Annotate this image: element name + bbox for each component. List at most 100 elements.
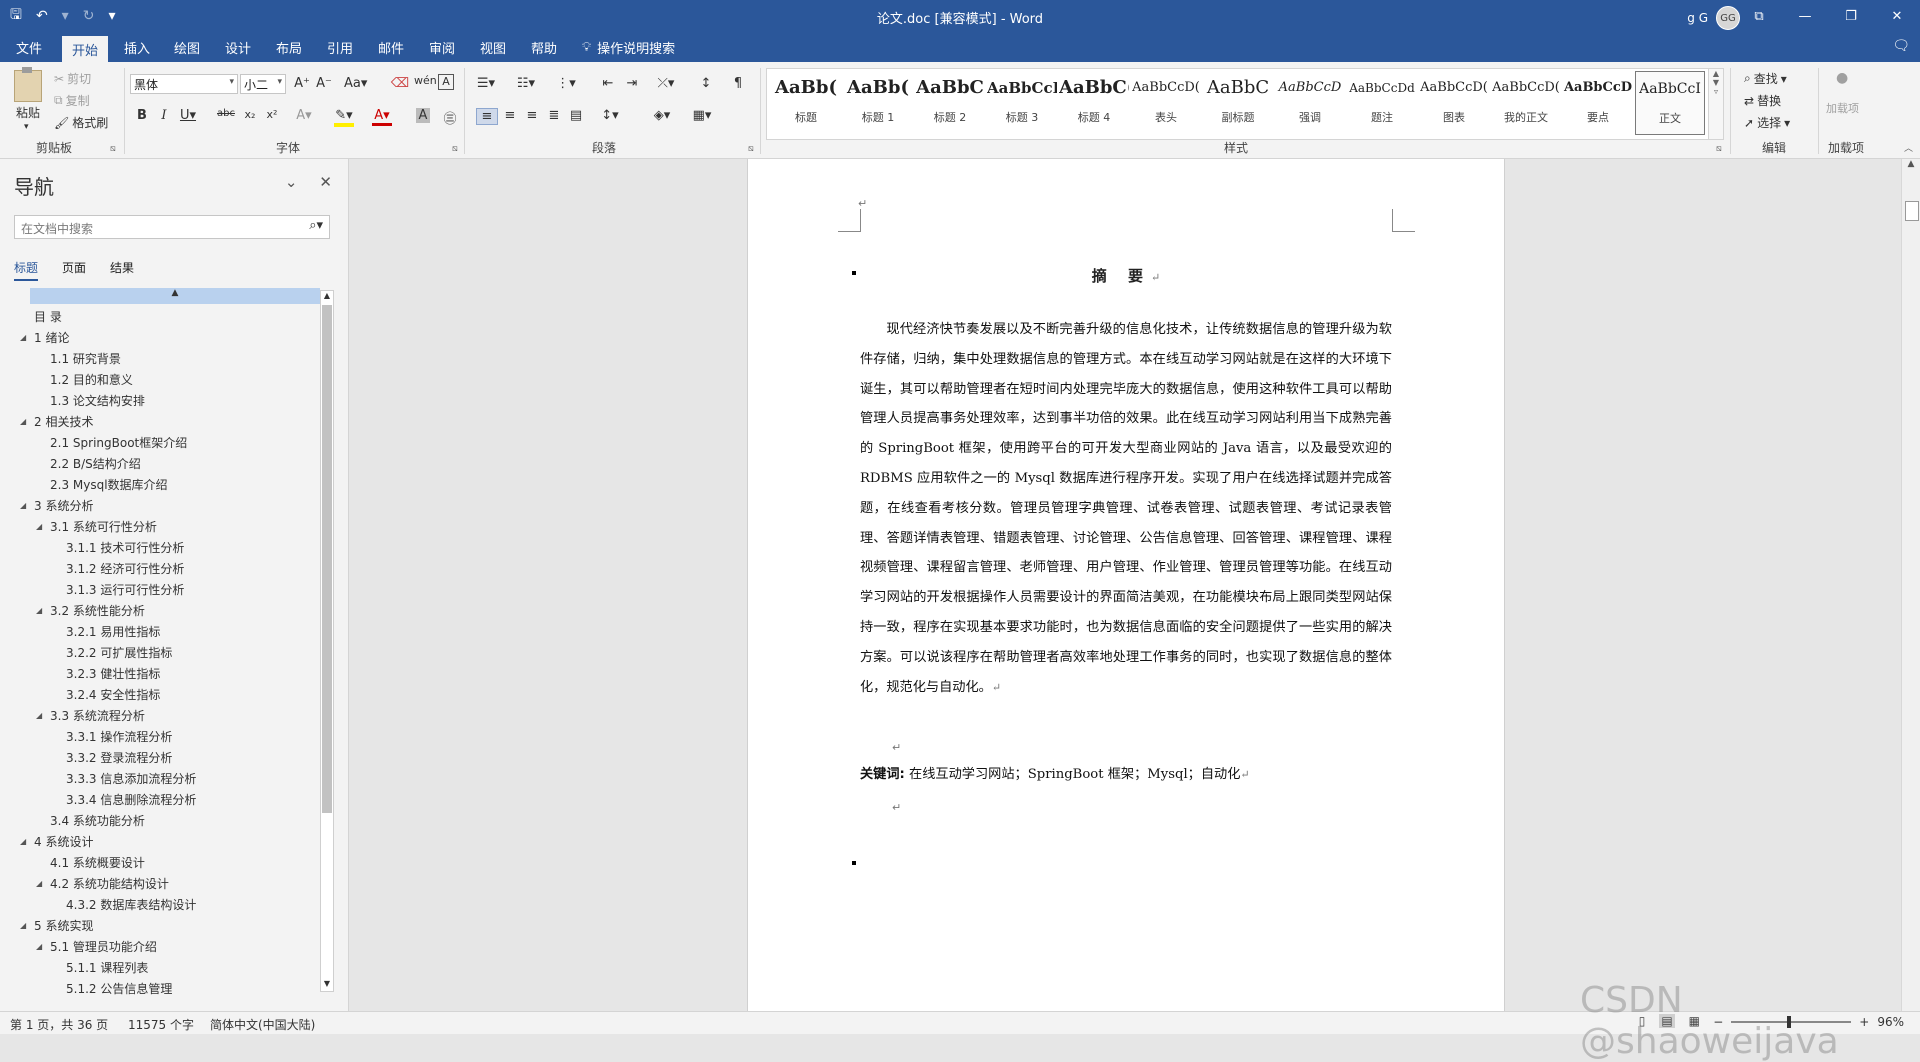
tab-draw[interactable]: 绘图 [174, 38, 200, 57]
font-size-combo[interactable]: 小二 ▾ [240, 74, 286, 94]
phonetic-guide-icon[interactable]: wén [414, 74, 437, 87]
expand-triangle-icon[interactable]: ◢ [36, 874, 42, 894]
scroll-up-icon[interactable]: ▲ [321, 291, 333, 303]
highlight-icon[interactable]: ✎▾ [334, 108, 354, 127]
nav-tab-results[interactable]: 结果 [110, 259, 134, 281]
character-shading-icon[interactable]: A [416, 108, 430, 123]
addins-icon[interactable]: ● [1836, 70, 1848, 86]
user-account[interactable]: g G GG [1687, 6, 1740, 30]
style-key-point[interactable]: AaBbCcD 要点 [1563, 71, 1633, 135]
tab-home[interactable]: 开始 [62, 36, 109, 65]
cut-button[interactable]: ✂ 剪切 [54, 70, 91, 87]
style-emphasis[interactable]: AaBbCcD 强调 [1275, 71, 1345, 135]
tab-review[interactable]: 审阅 [429, 38, 455, 57]
align-right-icon[interactable]: ≡ [522, 108, 542, 123]
nav-search-input[interactable]: 在文档中搜索 ⌕▾ [14, 215, 330, 239]
decrease-indent-icon[interactable]: ⇤ [598, 76, 618, 91]
nav-scrollbar[interactable]: ▲ ▼ [320, 290, 334, 992]
tab-references[interactable]: 引用 [327, 38, 353, 57]
text-effects-icon[interactable]: A▾ [294, 108, 314, 123]
chevron-down-icon[interactable]: ⌄ [285, 173, 298, 191]
distributed-icon[interactable]: ▤ [566, 108, 586, 123]
styles-launcher-icon[interactable]: ⧅ [1716, 144, 1722, 154]
increase-indent-icon[interactable]: ⇥ [622, 76, 642, 91]
expand-triangle-icon[interactable]: ◢ [20, 916, 26, 936]
multilevel-list-icon[interactable]: ⋮▾ [556, 76, 576, 91]
ribbon-display-options-icon[interactable]: ⧉ [1736, 0, 1782, 32]
justify-icon[interactable]: ≣ [544, 108, 564, 123]
style-my-body[interactable]: AaBbCcD(我的正文 [1491, 71, 1561, 135]
sort-icon[interactable]: ↕ [696, 76, 716, 91]
styles-gallery-scroll[interactable]: ▲ ▼ ▿ [1708, 68, 1724, 140]
tab-insert[interactable]: 插入 [124, 38, 150, 57]
scroll-to-top-bar[interactable]: ▲ [30, 288, 320, 304]
tab-file[interactable]: 文件 [16, 38, 42, 57]
tab-layout[interactable]: 布局 [276, 38, 302, 57]
scroll-thumb[interactable] [1905, 201, 1919, 221]
expand-triangle-icon[interactable]: ◢ [20, 496, 26, 516]
clipboard-launcher-icon[interactable]: ⧅ [110, 144, 116, 154]
style-title[interactable]: AaBb(标题 [771, 71, 841, 135]
underline-icon[interactable]: U▾ [178, 108, 198, 123]
nav-tab-headings[interactable]: 标题 [14, 259, 39, 281]
line-spacing-icon[interactable]: ↕▾ [600, 108, 620, 123]
scroll-down-icon[interactable]: ▼ [321, 979, 333, 991]
format-painter-button[interactable]: 🖌︎ 格式刷 [54, 114, 108, 131]
search-icon[interactable]: ⌕▾ [309, 218, 323, 233]
word-count[interactable]: 11575 个字 [128, 1016, 194, 1033]
shading-icon[interactable]: ◈▾ [652, 108, 672, 123]
collapse-ribbon-icon[interactable]: ︿ [1904, 141, 1913, 154]
expand-triangle-icon[interactable]: ◢ [20, 328, 26, 348]
tab-help[interactable]: 帮助 [531, 38, 557, 57]
paste-icon[interactable] [14, 67, 42, 102]
scroll-up-icon[interactable]: ▲ [1902, 159, 1920, 169]
shrink-font-icon[interactable]: A⁻ [314, 76, 334, 91]
style-figure[interactable]: AaBbCcD(图表 [1419, 71, 1489, 135]
expand-triangle-icon[interactable]: ◢ [20, 412, 26, 432]
expand-triangle-icon[interactable]: ◢ [36, 601, 42, 621]
subscript-icon[interactable]: x₂ [240, 108, 260, 121]
bold-icon[interactable]: B [132, 108, 152, 123]
copy-button[interactable]: ⧉ 复制 [54, 92, 90, 109]
find-button[interactable]: ⌕ 查找 ▾ [1744, 70, 1787, 87]
document-page[interactable]: ↵ 摘 要↵ 现代经济快节奏发展以及不断完善升级的信息化技术，让传统数据信息的管… [747, 159, 1505, 1011]
style-heading-1[interactable]: AaBb(标题 1 [843, 71, 913, 135]
numbering-icon[interactable]: ☷▾ [516, 76, 536, 91]
align-left-icon[interactable]: ≡ [476, 108, 498, 125]
paste-dropdown-icon[interactable]: ▾ [24, 122, 29, 132]
clear-formatting-icon[interactable]: ⌫ [390, 76, 410, 91]
nav-tab-pages[interactable]: 页面 [62, 259, 86, 281]
expand-triangle-icon[interactable]: ◢ [36, 517, 42, 537]
replace-button[interactable]: ⇄ 替换 [1744, 92, 1781, 109]
superscript-icon[interactable]: x² [262, 108, 282, 121]
align-center-icon[interactable]: ≡ [500, 108, 520, 123]
close-icon[interactable]: ✕ [319, 173, 332, 191]
style-heading-3[interactable]: AaBbCcI 标题 3 [987, 71, 1057, 135]
italic-icon[interactable]: I [154, 108, 174, 123]
enclose-characters-icon[interactable]: ㊂ [440, 108, 460, 127]
expand-triangle-icon[interactable]: ◢ [36, 937, 42, 957]
chinese-layout-icon[interactable]: ⤫▾ [656, 76, 676, 91]
paste-button[interactable]: 粘贴 [16, 104, 40, 121]
change-case-icon[interactable]: Aa▾ [344, 76, 367, 91]
document-scrollbar[interactable]: ▲ [1901, 159, 1920, 1011]
minimize-icon[interactable]: — [1782, 0, 1828, 32]
font-name-combo[interactable]: 黑体 ▾ [130, 74, 238, 94]
style-subtitle[interactable]: AaBbC 副标题 [1203, 71, 1273, 135]
language-indicator[interactable]: 简体中文(中国大陆) [210, 1016, 315, 1033]
expand-triangle-icon[interactable]: ◢ [36, 706, 42, 726]
restore-icon[interactable]: ❐ [1828, 0, 1874, 32]
strikethrough-icon[interactable]: abc [216, 108, 236, 119]
style-caption[interactable]: AaBbCcDd 题注 [1347, 71, 1417, 135]
tab-mailings[interactable]: 邮件 [378, 38, 404, 57]
character-border-icon[interactable]: A [438, 74, 454, 90]
style-normal[interactable]: AaBbCcI 正文 [1635, 71, 1705, 135]
grow-font-icon[interactable]: A⁺ [292, 76, 312, 91]
style-table-header[interactable]: AaBbCcD(表头 [1131, 71, 1201, 135]
tab-design[interactable]: 设计 [225, 38, 251, 57]
expand-triangle-icon[interactable]: ◢ [20, 832, 26, 852]
addins-button[interactable]: 加载项 [1826, 102, 1866, 116]
borders-icon[interactable]: ▦▾ [692, 108, 712, 123]
font-launcher-icon[interactable]: ⧅ [452, 144, 458, 154]
style-heading-2[interactable]: AaBbC 标题 2 [915, 71, 985, 135]
